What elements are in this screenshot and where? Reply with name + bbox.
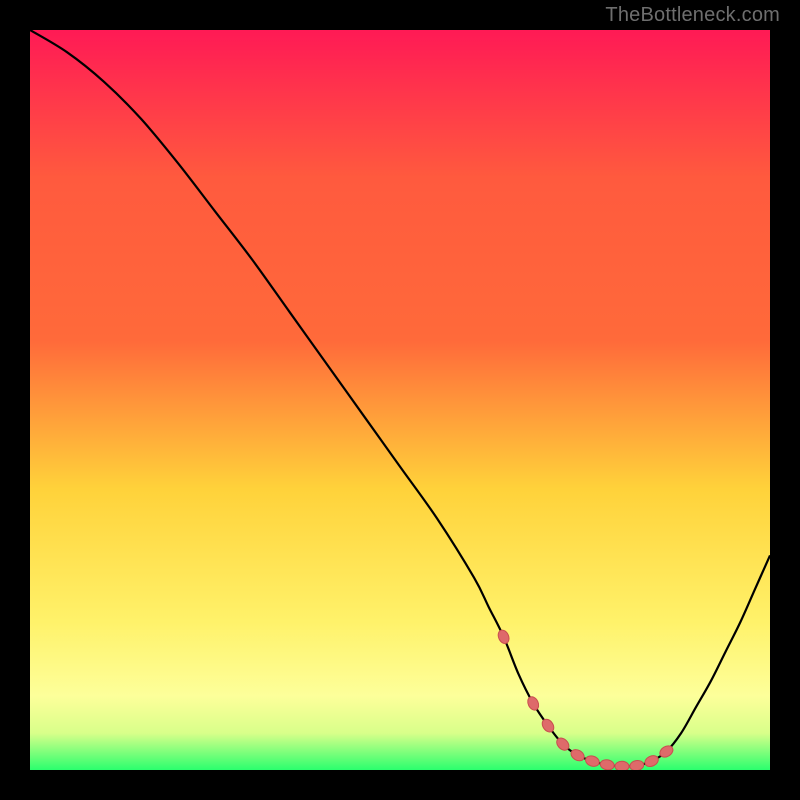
- gradient-background: [30, 30, 770, 770]
- chart-svg: [30, 30, 770, 770]
- attribution-text: TheBottleneck.com: [605, 4, 780, 27]
- plot-area: [30, 30, 770, 770]
- chart-frame: TheBottleneck.com: [0, 0, 800, 800]
- optimal-marker: [615, 761, 629, 770]
